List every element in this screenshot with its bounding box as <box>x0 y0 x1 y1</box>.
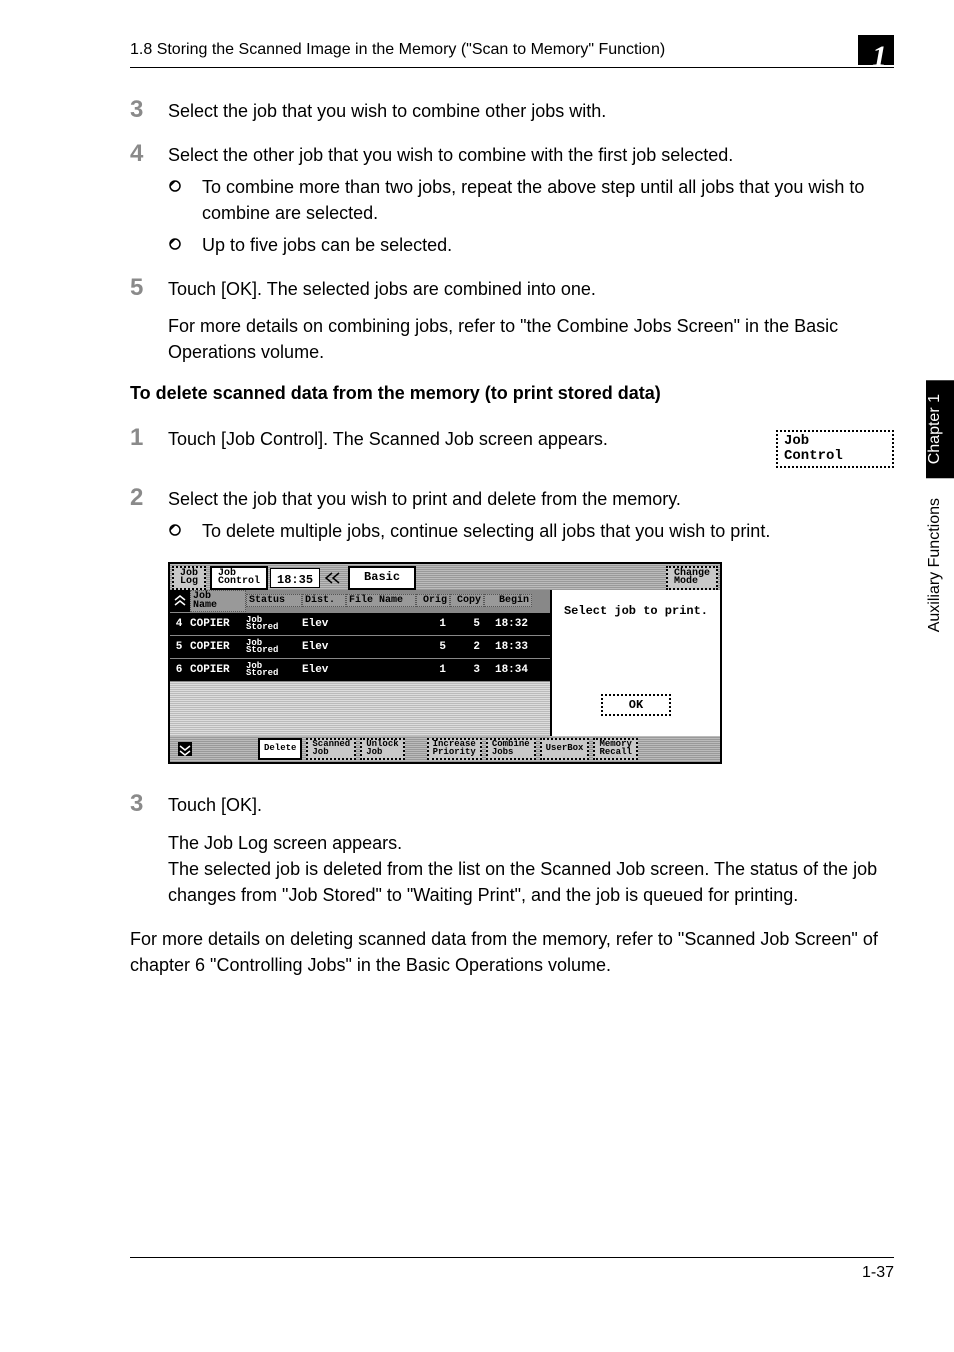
step-text: Touch [OK]. The selected jobs are combin… <box>168 276 894 302</box>
table-header-row: Job Name Status Dist. File Name Orig Cop… <box>170 590 550 612</box>
screen-top-tabs: Job Log Job Control 18:35 Basic Change M… <box>170 564 720 590</box>
side-prompt-panel: Select job to print. OK <box>550 590 720 736</box>
step-b1: 1 Job Control Touch [Job Control]. The S… <box>130 426 894 468</box>
table-row[interactable]: 6 COPIER Job Stored Elev 1 3 18:34 <box>170 659 550 681</box>
bullet-icon <box>168 232 202 258</box>
memory-recall-button[interactable]: Memory Recall <box>593 738 637 760</box>
step-number: 4 <box>130 142 168 258</box>
job-control-button-figure: Job Control <box>776 430 894 468</box>
header-section-title: 1.8 Storing the Scanned Image in the Mem… <box>130 41 846 59</box>
page-footer: 1-37 <box>130 1257 894 1282</box>
table-row[interactable]: 4 COPIER Job Stored Elev 1 5 18:32 <box>170 613 550 635</box>
tab-change-mode[interactable]: Change Mode <box>666 566 718 590</box>
unlock-job-button[interactable]: Unlock Job <box>360 738 404 760</box>
tab-job-control[interactable]: Job Control <box>210 566 268 590</box>
sub-bullet: To delete multiple jobs, continue select… <box>168 518 894 544</box>
delete-button[interactable]: Delete <box>258 738 302 760</box>
side-message: Select job to print. <box>558 604 714 618</box>
step-text: Select the job that you wish to print an… <box>168 486 894 512</box>
userbox-button[interactable]: UserBox <box>540 738 590 760</box>
step-followup: The Job Log screen appears. The selected… <box>168 830 894 908</box>
scroll-top-icon[interactable] <box>170 590 190 612</box>
step-number: 1 <box>130 426 168 468</box>
combine-jobs-button[interactable]: Combine Jobs <box>486 738 536 760</box>
scanned-job-screen-figure: Job Log Job Control 18:35 Basic Change M… <box>168 562 722 764</box>
chapter-number-badge: 1 <box>858 35 894 65</box>
page-header: 1.8 Storing the Scanned Image in the Mem… <box>130 35 894 68</box>
scanned-job-button[interactable]: Scanned Job <box>306 738 356 760</box>
sub-bullet: Up to five jobs can be selected. <box>168 232 894 258</box>
page-number: 1-37 <box>862 1264 894 1281</box>
step-text: Select the job that you wish to combine … <box>168 98 894 124</box>
step-text: Select the other job that you wish to co… <box>168 142 894 168</box>
screen-time: 18:35 <box>270 568 320 588</box>
step-number: 3 <box>130 98 168 124</box>
closing-paragraph: For more details on deleting scanned dat… <box>130 926 894 978</box>
scroll-down-icon[interactable] <box>174 739 196 759</box>
step-3: 3 Select the job that you wish to combin… <box>130 98 894 124</box>
side-tab-section: Auxiliary Functions <box>926 484 954 646</box>
section-heading: To delete scanned data from the memory (… <box>130 383 894 404</box>
left-arrows-icon[interactable] <box>322 568 344 588</box>
step-text: Touch [OK]. <box>168 792 894 818</box>
tab-job-log[interactable]: Job Log <box>172 566 206 590</box>
svg-text:1: 1 <box>872 40 887 68</box>
step-followup: For more details on combining jobs, refe… <box>168 313 894 365</box>
step-number: 2 <box>130 486 168 544</box>
sub-bullet: To combine more than two jobs, repeat th… <box>168 174 894 226</box>
step-5: 5 Touch [OK]. The selected jobs are comb… <box>130 276 894 364</box>
job-table: Job Name Status Dist. File Name Orig Cop… <box>170 590 550 736</box>
table-row[interactable]: 5 COPIER Job Stored Elev 5 2 18:33 <box>170 636 550 658</box>
step-number: 3 <box>130 792 168 908</box>
step-b2: 2 Select the job that you wish to print … <box>130 486 894 544</box>
step-number: 5 <box>130 276 168 364</box>
increase-priority-button[interactable]: Increase Priority <box>427 738 482 760</box>
screen-bottom-toolbar: Delete Scanned Job Unlock Job Increase P… <box>170 736 720 762</box>
step-4: 4 Select the other job that you wish to … <box>130 142 894 258</box>
side-tab-chapter: Chapter 1 <box>926 380 954 478</box>
ok-button[interactable]: OK <box>601 694 671 716</box>
tab-basic[interactable]: Basic <box>348 566 416 590</box>
step-c3: 3 Touch [OK]. The Job Log screen appears… <box>130 792 894 908</box>
bullet-icon <box>168 174 202 226</box>
side-tabs: Chapter 1 Auxiliary Functions <box>926 380 954 653</box>
bullet-icon <box>168 518 202 544</box>
